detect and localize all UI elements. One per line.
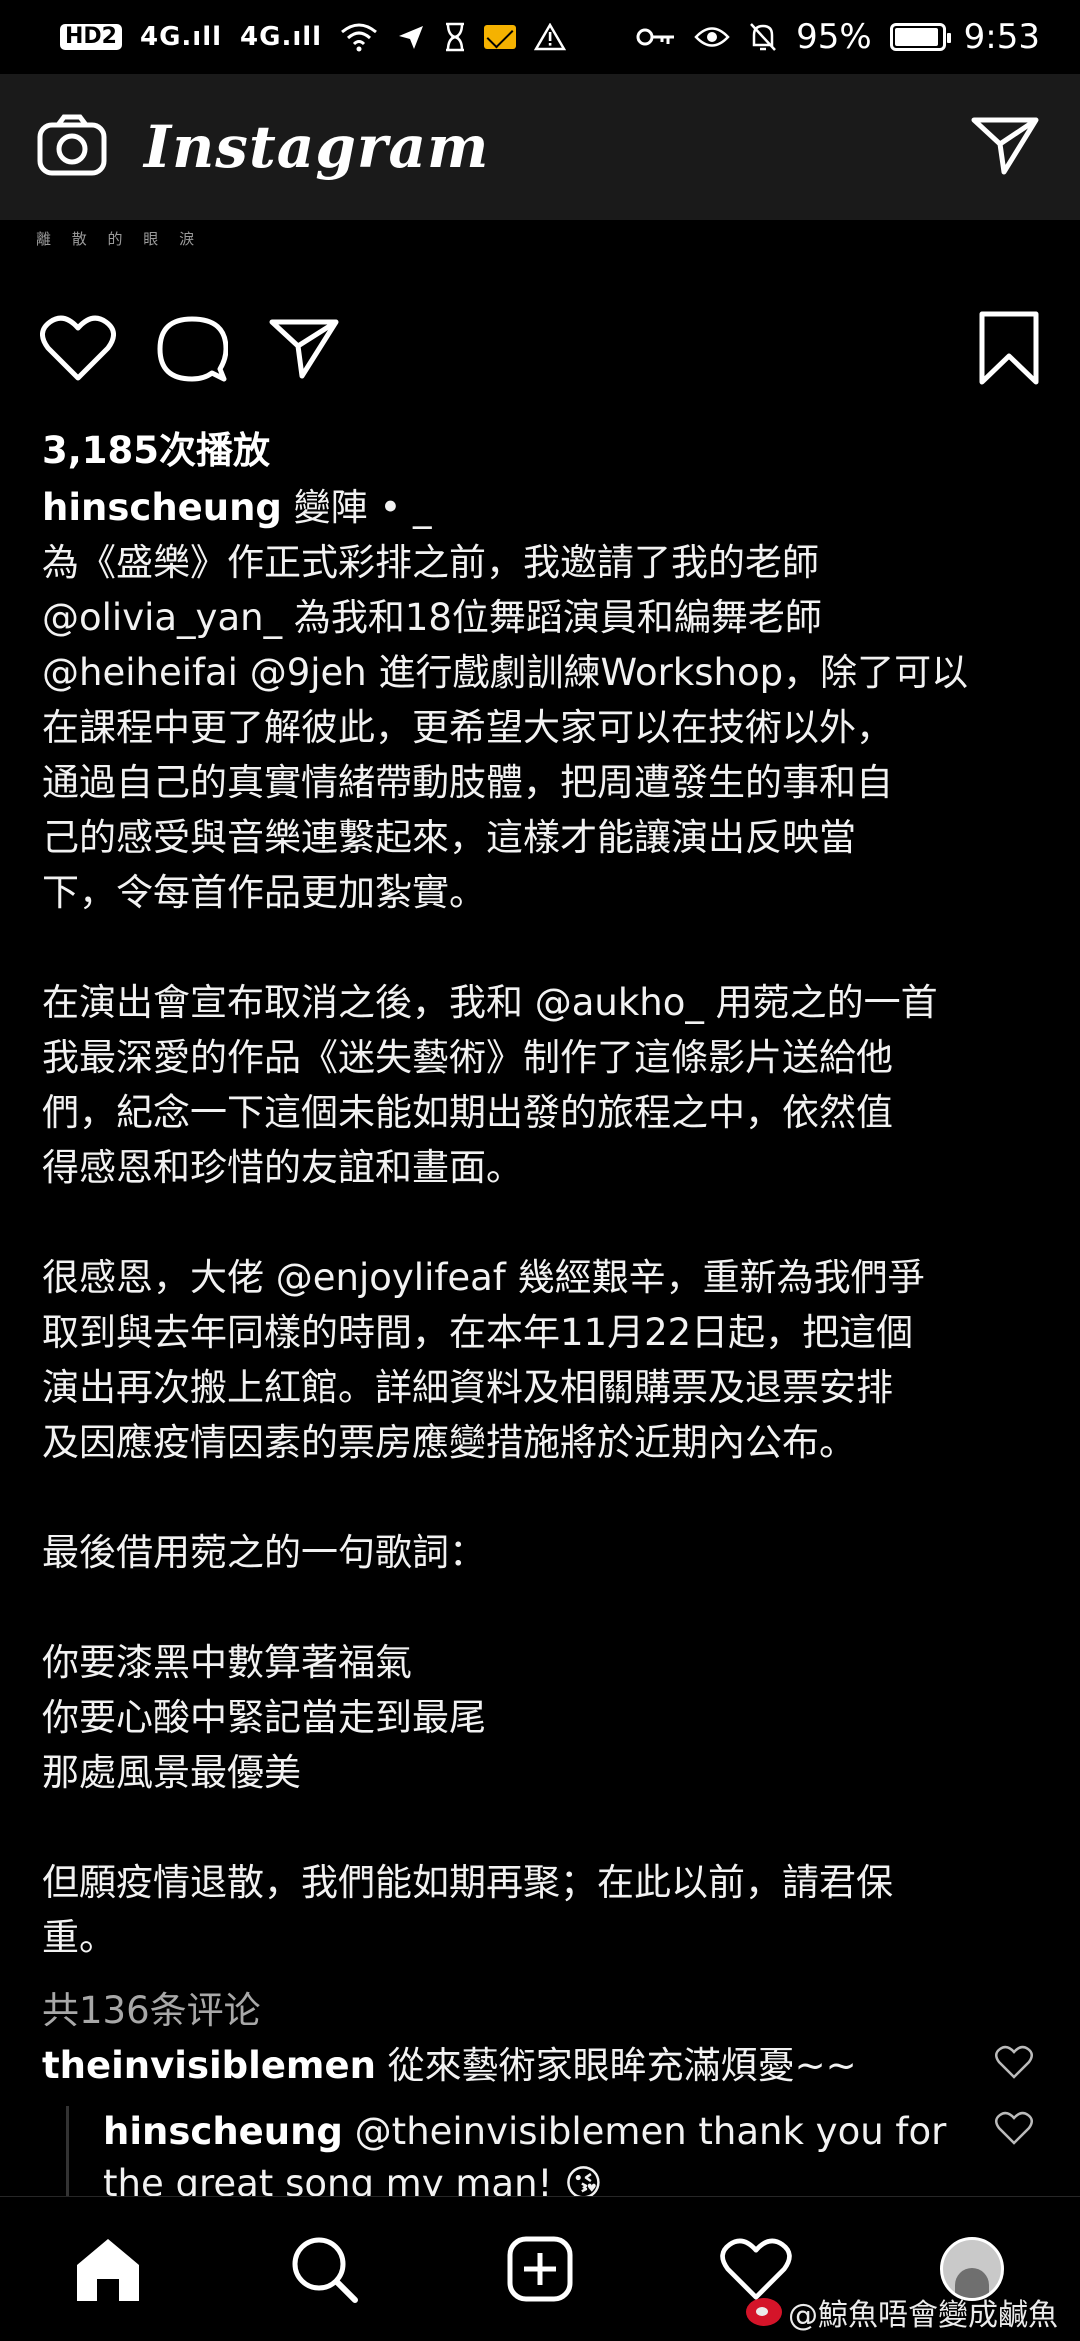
camera-icon[interactable] bbox=[36, 113, 108, 181]
status-bar: HD2 4G.ıll 4G.ıll 95% 9:53 bbox=[0, 0, 1080, 74]
email-notification-icon bbox=[484, 25, 517, 49]
comment-like-icon[interactable] bbox=[994, 2044, 1034, 2084]
clock: 9:53 bbox=[963, 17, 1040, 57]
hourglass-icon bbox=[444, 22, 466, 52]
mute-bell-icon bbox=[748, 21, 778, 53]
app-bar: Instagram bbox=[0, 74, 1080, 220]
comment-item: theinvisiblemen 從來藝術家眼眸充滿煩憂~~ bbox=[42, 2040, 1002, 2092]
post-caption: hinscheung 變陣 • _ 為《盛樂》作正式彩排之前，我邀請了我的老師 … bbox=[42, 480, 1042, 1965]
caption-body: 為《盛樂》作正式彩排之前，我邀請了我的老師 @olivia_yan_ 為我和18… bbox=[42, 541, 969, 1959]
direct-message-icon[interactable] bbox=[970, 114, 1040, 180]
bookmark-icon[interactable] bbox=[978, 310, 1040, 390]
comment-count[interactable]: 共136条评论 bbox=[42, 1980, 261, 2034]
weibo-logo-icon bbox=[746, 2298, 782, 2326]
hd-voice-icon: HD2 bbox=[60, 24, 122, 50]
weibo-watermark: @鯨魚唔會變成鹹魚 bbox=[746, 2290, 1058, 2334]
view-count: 3,185次播放 bbox=[42, 429, 271, 472]
comment-icon[interactable] bbox=[156, 313, 229, 387]
reply-thread: hinscheung @theinvisiblemen thank you fo… bbox=[66, 2106, 989, 2196]
signal-icon-2: 4G.ıll bbox=[240, 22, 323, 52]
battery-percent: 95% bbox=[796, 17, 872, 57]
caption-first-line: 變陣 • _ bbox=[281, 486, 432, 529]
share-icon[interactable] bbox=[268, 316, 340, 384]
post-actions bbox=[0, 300, 1080, 400]
create-post-icon[interactable] bbox=[490, 2219, 590, 2319]
reply-item: hinscheung @theinvisiblemen thank you fo… bbox=[103, 2106, 983, 2196]
search-icon[interactable] bbox=[274, 2219, 374, 2319]
battery-icon bbox=[889, 23, 951, 51]
comment-username[interactable]: theinvisiblemen bbox=[42, 2044, 376, 2087]
post-actions-left bbox=[40, 313, 340, 387]
app-brand-logo: Instagram bbox=[144, 113, 490, 181]
status-left: HD2 4G.ıll 4G.ıll bbox=[60, 22, 567, 52]
home-icon[interactable] bbox=[58, 2219, 158, 2319]
status-right: 95% 9:53 bbox=[636, 17, 1040, 57]
key-icon bbox=[636, 26, 676, 48]
signal-icon: 4G.ıll bbox=[139, 22, 223, 52]
caption-username[interactable]: hinscheung bbox=[42, 486, 282, 529]
video-caption-fragment: 離 散 的 眼 淚 bbox=[36, 230, 203, 248]
reply-username[interactable]: hinscheung bbox=[103, 2110, 343, 2153]
comment-text: 從來藝術家眼眸充滿煩憂~~ bbox=[375, 2044, 857, 2087]
reply-like-icon[interactable] bbox=[994, 2110, 1034, 2150]
send-status-icon bbox=[396, 22, 426, 52]
app-bar-left: Instagram bbox=[36, 113, 489, 181]
wifi-icon bbox=[340, 22, 378, 52]
battery-fill bbox=[894, 28, 939, 46]
warning-icon bbox=[534, 23, 567, 51]
watermark-text: @鯨魚唔會變成鹹魚 bbox=[788, 2298, 1058, 2333]
heart-icon[interactable] bbox=[40, 314, 116, 386]
eye-icon bbox=[694, 24, 730, 50]
